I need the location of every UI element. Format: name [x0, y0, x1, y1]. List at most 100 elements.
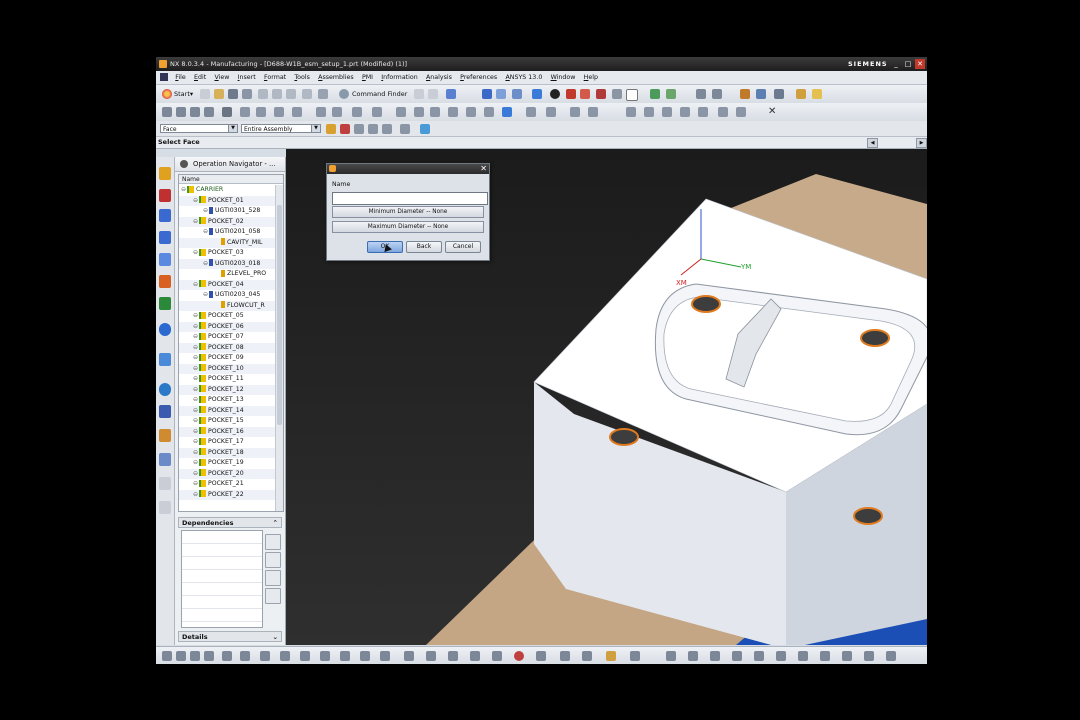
tree-row[interactable]: ⊖ POCKET_17 [179, 437, 275, 448]
menu-format[interactable]: Format [261, 71, 289, 84]
menu-edit[interactable]: Edit [191, 71, 209, 84]
operation-navigator-icon[interactable] [159, 231, 171, 244]
paint-icon[interactable] [812, 89, 822, 99]
tree-row[interactable]: ⊖ POCKET_07 [179, 332, 275, 343]
view-tool-icon[interactable] [754, 651, 764, 661]
view-tool-icon[interactable] [448, 651, 458, 661]
highlight-icon[interactable] [796, 89, 806, 99]
view-tool-icon[interactable] [470, 651, 480, 661]
clock-icon[interactable] [159, 383, 171, 396]
view-cube-icon[interactable] [532, 89, 542, 99]
postprocess-icon[interactable] [332, 107, 342, 117]
feeds-icon[interactable] [372, 107, 382, 117]
select-all-icon[interactable] [354, 124, 364, 134]
wrench-icon[interactable] [718, 107, 728, 117]
view-tool-icon[interactable] [426, 651, 436, 661]
reuse-library-icon[interactable] [159, 297, 171, 310]
tree-row[interactable]: ⊖ POCKET_19 [179, 458, 275, 469]
tree-row[interactable]: ⊖ POCKET_06 [179, 321, 275, 332]
tree-row[interactable]: ⊖ UGTI0301_528 [179, 206, 275, 217]
view-tool-icon[interactable] [798, 651, 808, 661]
feature-navigator-icon[interactable] [159, 275, 171, 288]
cut-object-icon[interactable] [414, 107, 424, 117]
maximize-button[interactable]: □ [903, 59, 913, 69]
palette-icon[interactable] [159, 429, 171, 442]
menu-ansys[interactable]: ANSYS 13.0 [502, 71, 545, 84]
group-icon[interactable] [570, 107, 580, 117]
view-tool-icon[interactable] [536, 651, 546, 661]
web-browser-icon[interactable] [159, 353, 171, 366]
zoom-icon[interactable] [496, 89, 506, 99]
column-header-name[interactable]: Name [179, 175, 283, 184]
menu-view[interactable]: View [211, 71, 232, 84]
select-filter-icon[interactable] [446, 89, 456, 99]
tree-row[interactable]: ⊖ POCKET_03 [179, 248, 275, 259]
navigator-tree[interactable]: Name ⊖ CARRIER ⊖ POCKET_01 ⊖ UGTI0301_528 ⊖ POC… [178, 174, 284, 512]
view-tool-icon[interactable] [710, 651, 720, 661]
properties-icon[interactable] [502, 107, 512, 117]
tree-row[interactable]: ⊖ POCKET_12 [179, 384, 275, 395]
menu-preferences[interactable]: Preferences [457, 71, 500, 84]
command-finder-button[interactable]: Command Finder [352, 89, 407, 99]
tree-row[interactable]: ⊖ POCKET_04 [179, 279, 275, 290]
scroll-right-button[interactable]: ▶ [916, 138, 927, 148]
tree-row[interactable]: ⊖ UGTI0201_058 [179, 227, 275, 238]
menu-window[interactable]: Window [548, 71, 579, 84]
display-icon[interactable] [566, 89, 576, 99]
maximum-diameter-button[interactable]: Maximum Diameter -- None [332, 221, 484, 233]
machine-tool-navigator-icon[interactable] [159, 253, 171, 266]
view-tool-icon[interactable] [162, 651, 172, 661]
menu-insert[interactable]: Insert [235, 71, 259, 84]
render-tool-icon[interactable] [514, 651, 524, 661]
delete-icon[interactable] [302, 89, 312, 99]
minimum-diameter-button[interactable]: Minimum Diameter -- None [332, 206, 484, 218]
tree-row[interactable]: ⊖ POCKET_14 [179, 405, 275, 416]
tree-row[interactable]: ⊖ POCKET_08 [179, 342, 275, 353]
menu-help[interactable]: Help [581, 71, 601, 84]
view-tool-icon[interactable] [320, 651, 330, 661]
orient-icon[interactable] [666, 89, 676, 99]
view-tool-icon[interactable] [404, 651, 414, 661]
chevron-down-icon[interactable]: ▼ [311, 125, 320, 132]
snap-point-icon[interactable] [326, 124, 336, 134]
view-tool-icon[interactable] [190, 651, 200, 661]
collapse-icon[interactable]: ⌃ [273, 518, 278, 529]
verify-icon[interactable] [274, 107, 284, 117]
tree-row[interactable]: FLOWCUT_R [179, 300, 275, 311]
blank-resource-icon[interactable] [159, 501, 171, 514]
paste-icon[interactable] [286, 89, 296, 99]
path-edit-icon[interactable] [526, 107, 536, 117]
view-tool-icon[interactable] [260, 651, 270, 661]
layer-icon[interactable] [626, 89, 638, 101]
tool-b-icon[interactable] [428, 89, 438, 99]
tree-row[interactable]: ZLEVEL_PRO [179, 269, 275, 280]
list-toolpath-icon[interactable] [316, 107, 326, 117]
tree-row[interactable]: ⊖ POCKET_22 [179, 489, 275, 500]
menu-tools[interactable]: Tools [291, 71, 313, 84]
pin-icon[interactable] [180, 160, 188, 168]
start-icon[interactable] [162, 89, 172, 99]
tool-a-icon[interactable] [414, 89, 424, 99]
box-select-icon[interactable] [400, 124, 410, 134]
save-icon[interactable] [228, 89, 238, 99]
gouge-check-icon[interactable] [546, 107, 556, 117]
tree-row[interactable]: ⊖ POCKET_01 [179, 195, 275, 206]
blank-resource-icon[interactable] [159, 477, 171, 490]
fit-view-icon[interactable] [482, 89, 492, 99]
rotate-icon[interactable] [512, 89, 522, 99]
tree-row[interactable]: ⊖ POCKET_16 [179, 426, 275, 437]
geometry-view-icon[interactable] [662, 107, 672, 117]
snap-icon[interactable] [712, 89, 722, 99]
program-view-icon[interactable] [626, 107, 636, 117]
menu-file[interactable]: File [172, 71, 189, 84]
dependencies-list[interactable] [181, 530, 263, 628]
history-icon[interactable] [159, 323, 171, 336]
view-tool-icon[interactable] [732, 651, 742, 661]
dialog-title-bar[interactable]: ✕ [327, 164, 489, 174]
find-icon[interactable] [265, 534, 281, 550]
tree-row[interactable]: ⊖ UGTI0203_045 [179, 290, 275, 301]
create-operation-icon[interactable] [222, 107, 232, 117]
new-file-icon[interactable] [200, 89, 210, 99]
view-tool-icon[interactable] [842, 651, 852, 661]
replay-icon[interactable] [256, 107, 266, 117]
